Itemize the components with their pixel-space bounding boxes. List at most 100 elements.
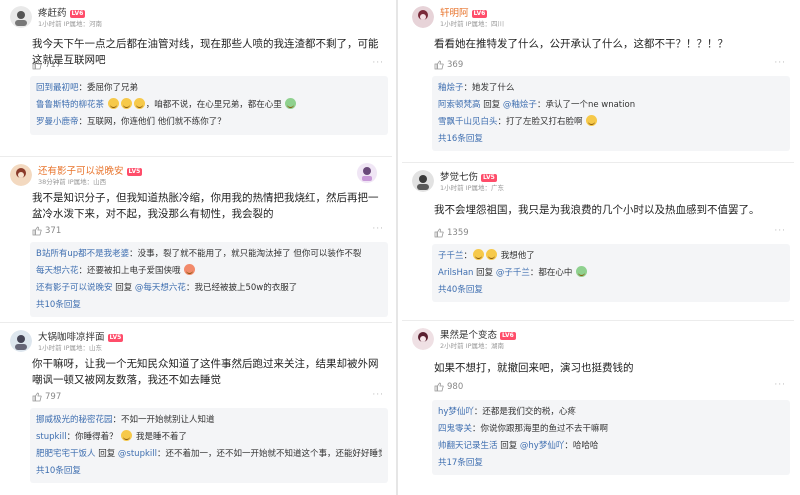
comment-card: 大锅咖啡凉拌面 LV5 1小时前 IP属地：山东 你干嘛呀，让我一个无知民众知道了… xyxy=(0,328,392,494)
more-options-icon[interactable]: ··· xyxy=(774,380,786,390)
reply-item: 罗曼小鹿帝：互联网，你连他们 他们就不练你了？ xyxy=(36,117,226,127)
divider xyxy=(0,322,392,323)
comment-meta: 1小时前 IP属地：河南 xyxy=(38,20,103,28)
reply-target[interactable]: @每天想六花 xyxy=(135,283,186,293)
emoji-icon xyxy=(121,430,133,441)
reply-author[interactable]: 还有影子可以说晚安 xyxy=(36,283,113,293)
avatar[interactable] xyxy=(10,164,32,186)
reply-author[interactable]: 釉烩子 xyxy=(438,83,464,93)
reply-item: 每天想六花：还要被扣上电子爱国侠哦 xyxy=(36,263,382,280)
comment-text: 我不会埋怨祖国，我只是为我浪费的几个小时以及热血感到不值罢了。 xyxy=(434,204,760,216)
reply-author[interactable]: 罗曼小鹿帝 xyxy=(36,117,79,127)
reply-author[interactable]: 挪威极光的秘密花园 xyxy=(36,415,113,425)
reply-author[interactable]: 阿索顿梵高 xyxy=(438,100,481,110)
more-options-icon[interactable]: ··· xyxy=(372,58,384,68)
view-more-replies-link[interactable]: 共10条回复 xyxy=(36,463,382,479)
thumbs-up-icon xyxy=(32,60,42,70)
reply-author[interactable]: stupkill xyxy=(36,432,67,442)
view-more-replies-link[interactable]: 共16条回复 xyxy=(438,131,784,147)
reply-author[interactable]: 鲁鲁斯特的柳花茶 xyxy=(36,100,104,110)
avatar[interactable] xyxy=(412,170,434,192)
reply-item: 雪飘千山见白头：打了左脸又打右脸啊 xyxy=(438,114,784,131)
reply-target[interactable]: @stupkill xyxy=(118,449,157,459)
comment-text: 我今天下午一点之后都在油管对线，现在那些人喷的我连渣都不剩了，可能这就是互联网吧 xyxy=(32,38,379,66)
reply-target[interactable]: @hy梦仙吖 xyxy=(520,441,564,451)
reply-item: 肥肥宅宅干饭人 回复 @stupkill：还不着加一，还不如一开始就不知道这个事… xyxy=(36,449,382,459)
like-button[interactable]: 369 xyxy=(434,60,463,70)
comment-meta: 1小时前 IP属地：四川 xyxy=(440,20,505,28)
reply-author[interactable]: 每天想六花 xyxy=(36,266,79,276)
thumbs-up-icon xyxy=(32,392,42,402)
avatar[interactable] xyxy=(10,6,32,28)
reply-author[interactable]: 四鬼零关 xyxy=(438,424,472,434)
username[interactable]: 疼赶药 LV6 xyxy=(38,5,86,19)
reply-target[interactable]: @子千兰 xyxy=(496,268,530,278)
view-more-replies-link[interactable]: 共17条回复 xyxy=(438,455,784,471)
divider xyxy=(402,162,794,163)
reply-item: 挪威极光的秘密花园：不如一开始就别让人知道 xyxy=(36,415,215,425)
username[interactable]: 还有影子可以说晚安 LV5 xyxy=(38,163,143,177)
like-count: 980 xyxy=(447,382,464,392)
avatar[interactable] xyxy=(10,330,32,352)
reply-target[interactable]: @釉烩子 xyxy=(503,100,537,110)
decoration-badge-icon xyxy=(356,162,378,184)
reply-item: 釉烩子：她发了什么 xyxy=(438,83,515,93)
username[interactable]: 果然是个变态 LV6 xyxy=(440,327,516,341)
avatar[interactable] xyxy=(412,6,434,28)
emoji-icon xyxy=(133,98,145,109)
like-count: 797 xyxy=(45,392,62,402)
emoji-icon xyxy=(120,98,132,109)
emoji-icon xyxy=(576,266,588,277)
reply-author[interactable]: ArilsHan xyxy=(438,268,473,278)
like-button[interactable]: 797 xyxy=(32,392,61,402)
emoji-icon xyxy=(184,264,196,275)
like-count: 371 xyxy=(45,226,62,236)
right-comment-column: 轩明阿 LV6 1小时前 IP属地：四川 看看她在推特发了什么，公开承认了什么，这… xyxy=(402,0,794,495)
reply-author[interactable]: 子千兰 xyxy=(438,251,464,261)
more-options-icon[interactable]: ··· xyxy=(372,224,384,234)
view-more-replies-link[interactable]: 共40条回复 xyxy=(438,282,784,298)
reply-item: ArilsHan 回复 @子千兰：都在心中 xyxy=(438,265,784,282)
more-options-icon[interactable]: ··· xyxy=(774,58,786,68)
like-count: 717 xyxy=(45,60,62,70)
divider xyxy=(0,156,392,157)
column-divider xyxy=(396,0,398,495)
level-badge: LV6 xyxy=(69,10,86,18)
more-options-icon[interactable]: ··· xyxy=(372,390,384,400)
username[interactable]: 梦觉七伤 LV5 xyxy=(440,169,497,183)
level-badge: LV5 xyxy=(107,334,124,342)
level-badge: LV6 xyxy=(471,10,488,18)
reply-item: 还有影子可以说晚安 回复 @每天想六花：我已经被披上50w的衣服了 xyxy=(36,283,298,293)
emoji-icon xyxy=(486,249,498,260)
view-more-replies-link[interactable]: 共10条回复 xyxy=(36,297,382,313)
like-button[interactable]: 1359 xyxy=(434,228,469,238)
comment-meta: 2小时前 IP属地：湖南 xyxy=(440,342,505,350)
reply-box: 挪威极光的秘密花园：不如一开始就别让人知道 stupkill：你睡得着？ 我是睡… xyxy=(30,408,388,483)
comment-text: 看看她在推特发了什么，公开承认了什么，这都不干？！？！？ xyxy=(434,38,728,50)
reply-author[interactable]: 雪飘千山见白头 xyxy=(438,117,498,127)
more-options-icon[interactable]: ··· xyxy=(774,226,786,236)
thumbs-up-icon xyxy=(434,60,444,70)
like-button[interactable]: 980 xyxy=(434,382,463,392)
username[interactable]: 大锅咖啡凉拌面 LV5 xyxy=(38,329,124,343)
reply-item: 回到最初吧：委屈你了兄弟 xyxy=(36,83,139,93)
divider xyxy=(402,320,794,321)
reply-item: 四鬼零关：你说你跟那海里的鱼过不去干嘛啊 xyxy=(438,424,609,434)
reply-author[interactable]: B站所有up都不是我老婆 xyxy=(36,249,129,259)
emoji-icon xyxy=(285,98,297,109)
reply-author[interactable]: 肥肥宅宅干饭人 xyxy=(36,449,96,459)
like-button[interactable]: 717 xyxy=(32,60,61,70)
reply-box: 子千兰： 我想他了 ArilsHan 回复 @子千兰：都在心中 共40条回复 xyxy=(432,244,790,302)
reply-author[interactable]: hy梦仙吖 xyxy=(438,407,474,417)
username[interactable]: 轩明阿 LV6 xyxy=(440,5,488,19)
like-button[interactable]: 371 xyxy=(32,226,61,236)
reply-author[interactable]: 帅翻天记录生活 xyxy=(438,441,498,451)
emoji-icon xyxy=(107,98,119,109)
thumbs-up-icon xyxy=(434,382,444,392)
reply-author[interactable]: 回到最初吧 xyxy=(36,83,79,93)
reply-box: hy梦仙吖：还都是我们交的税，心疼 四鬼零关：你说你跟那海里的鱼过不去干嘛啊 帅… xyxy=(432,400,790,475)
thumbs-up-icon xyxy=(32,226,42,236)
avatar[interactable] xyxy=(412,328,434,350)
reply-box: 回到最初吧：委屈你了兄弟 鲁鲁斯特的柳花茶 ，咱都不说，在心里兄弟，都在心里 罗… xyxy=(30,76,388,135)
comment-text: 你干嘛呀，让我一个无知民众知道了这件事然后跑过来关注，结果却被外网嘲讽一顿又被网… xyxy=(32,358,379,386)
